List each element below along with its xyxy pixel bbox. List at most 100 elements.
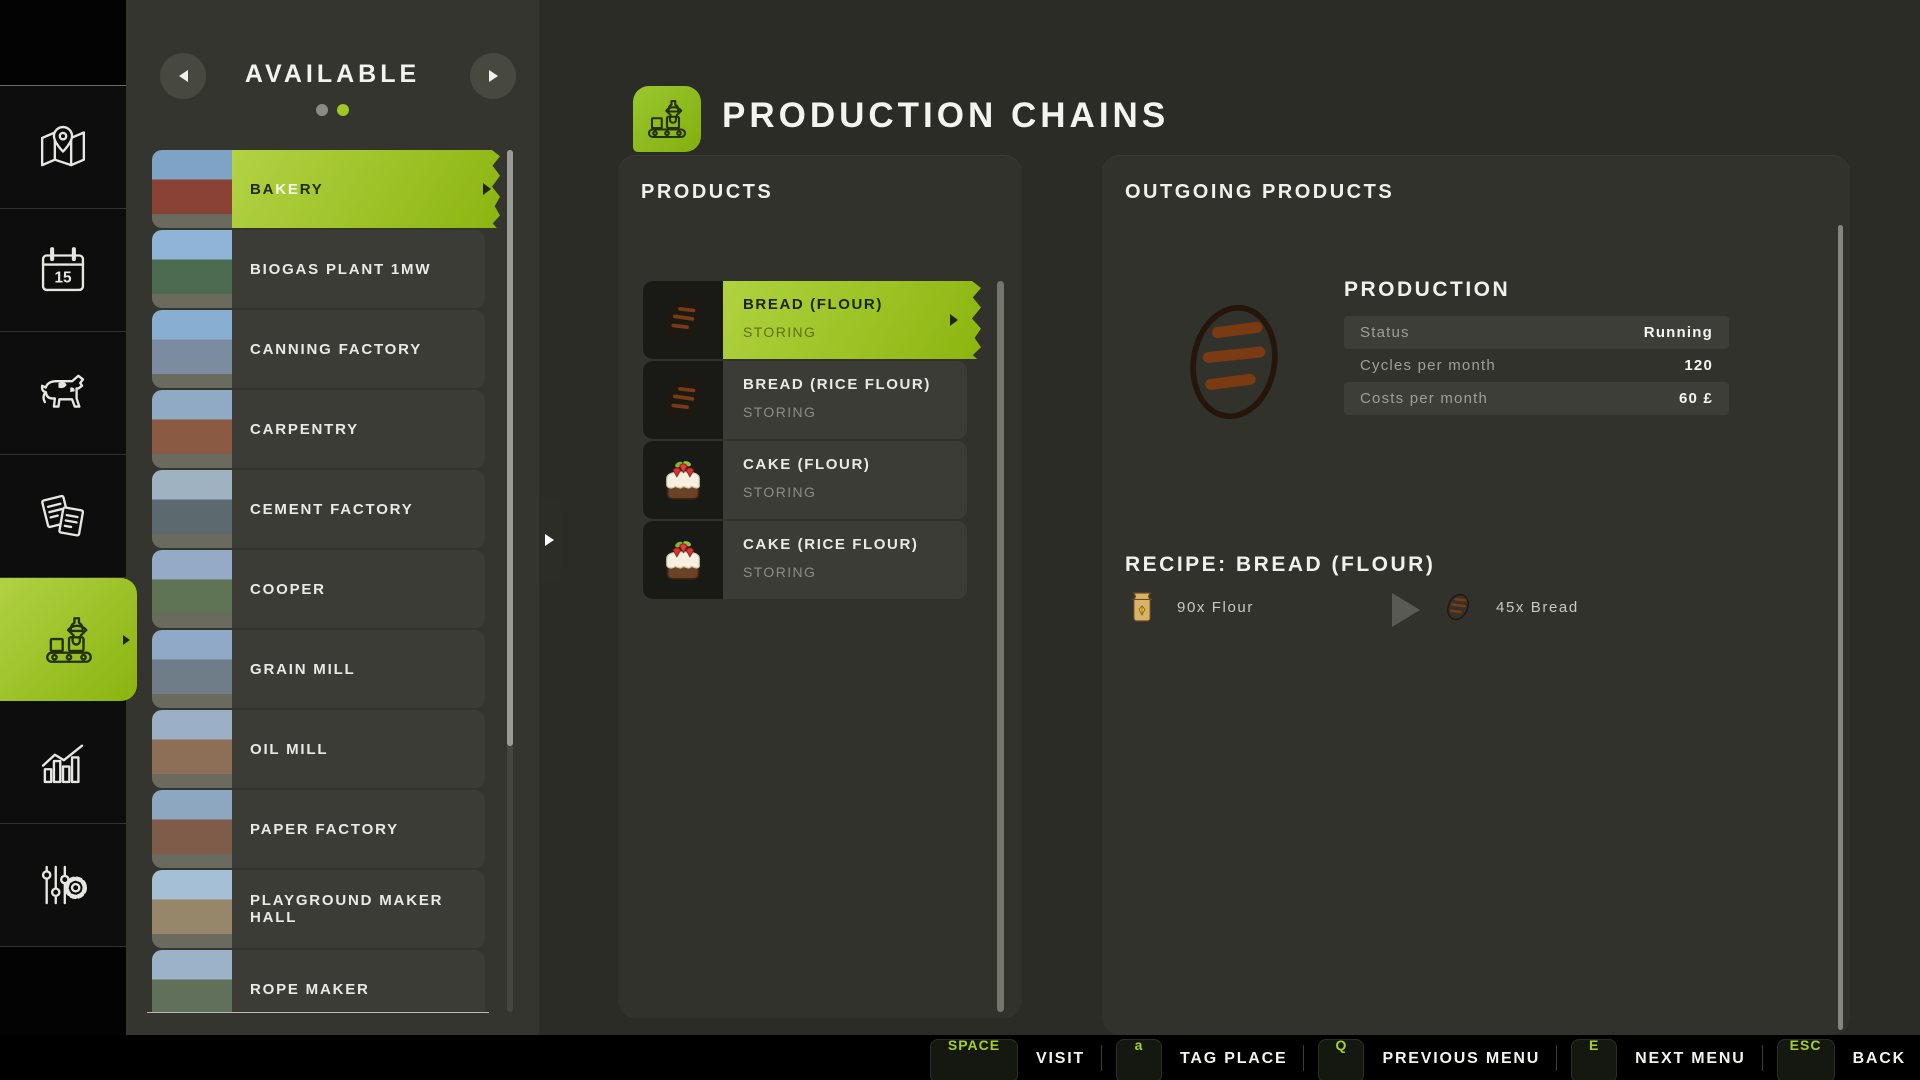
product-icon-tile xyxy=(643,361,723,439)
building-label: COOPER xyxy=(250,580,326,598)
building-thumbnail xyxy=(152,950,232,1012)
sidebar-icon xyxy=(34,733,92,791)
sidebar-icon xyxy=(34,856,92,914)
product-list-item[interactable]: BREAD (RICE FLOUR) STORING xyxy=(643,361,967,439)
footer-action-visit[interactable]: SPACE VISIT xyxy=(930,1035,1085,1080)
row-value: 120 xyxy=(1684,357,1713,374)
page-dot-1[interactable] xyxy=(316,104,328,116)
key-label: E xyxy=(1588,1037,1600,1053)
action-label: NEXT MENU xyxy=(1635,1050,1746,1067)
building-list-item[interactable]: COOPER xyxy=(152,550,485,628)
selected-arrow-icon xyxy=(483,183,491,195)
production-icon xyxy=(643,95,691,143)
product-icon xyxy=(657,374,709,426)
buildings-scrollbar[interactable] xyxy=(507,150,513,1012)
building-label: BAKERY xyxy=(250,181,324,198)
sidebar-item-production[interactable] xyxy=(0,578,137,701)
product-icon-tile xyxy=(643,281,723,359)
keycap: ESC xyxy=(1776,1037,1835,1080)
products-scrollbar[interactable] xyxy=(997,281,1004,1012)
building-list-item[interactable]: PAPER FACTORY xyxy=(152,790,485,868)
production-subheader: PRODUCTION xyxy=(1344,278,1511,301)
product-status: STORING xyxy=(743,564,817,580)
expand-arrow-icon xyxy=(544,534,554,546)
footer-separator xyxy=(1556,1045,1558,1071)
key-label: ESC xyxy=(1789,1037,1822,1053)
row-label: Costs per month xyxy=(1360,390,1489,407)
building-list-item[interactable]: OIL MILL xyxy=(152,710,485,788)
building-list-item[interactable]: GRAIN MILL xyxy=(152,630,485,708)
building-label: CEMENT FACTORY xyxy=(250,500,414,518)
building-label: GRAIN MILL xyxy=(250,660,356,678)
product-list-item[interactable]: CAKE (FLOUR) STORING xyxy=(643,441,967,519)
building-list-item[interactable]: CARPENTRY xyxy=(152,390,485,468)
page-dot-2[interactable] xyxy=(337,104,349,116)
product-icon-tile xyxy=(643,521,723,599)
footer-action-previous-menu[interactable]: Q PREVIOUS MENU xyxy=(1318,1035,1540,1080)
sidebar-item-calendar[interactable] xyxy=(0,209,126,332)
building-list-item[interactable]: BAKERY xyxy=(152,150,500,228)
page-next-button[interactable] xyxy=(470,53,516,99)
building-label: BIOGAS PLANT 1MW xyxy=(250,260,432,278)
keycap: Q xyxy=(1318,1037,1365,1080)
building-label: ROPE MAKER xyxy=(250,980,370,998)
building-list-item[interactable]: CEMENT FACTORY xyxy=(152,470,485,548)
table-row: Status Running xyxy=(1344,316,1729,349)
action-label: VISIT xyxy=(1036,1050,1086,1067)
building-thumbnail xyxy=(152,790,232,868)
action-label: BACK xyxy=(1852,1050,1906,1067)
outgoing-scrollbar[interactable] xyxy=(1838,225,1843,1030)
product-icon xyxy=(657,294,709,346)
row-value: Running xyxy=(1643,324,1713,341)
sidebar-item-animals[interactable] xyxy=(0,332,126,455)
scrollbar-thumb[interactable] xyxy=(507,150,513,746)
building-thumbnail xyxy=(152,870,232,948)
product-icon xyxy=(657,534,709,586)
building-label: CARPENTRY xyxy=(250,420,359,438)
building-thumbnail xyxy=(152,390,232,468)
product-icon-tile xyxy=(643,441,723,519)
building-label: PLAYGROUND MAKER HALL xyxy=(250,892,444,926)
table-row: Costs per month 60 £ xyxy=(1344,382,1729,415)
building-list-item[interactable]: ROPE MAKER xyxy=(152,950,485,1012)
recipe-row: 90x Flour 45x Bread xyxy=(1128,588,1728,632)
recipe-input-name: Flour xyxy=(1211,599,1254,616)
product-status: STORING xyxy=(743,324,817,340)
sidebar-item-map[interactable] xyxy=(0,86,126,209)
buildings-list: BAKERY BIOGAS PLANT 1MW CANNING FACTORY … xyxy=(152,150,502,1012)
product-icon xyxy=(657,454,709,506)
footer-separator xyxy=(1303,1045,1305,1071)
building-thumbnail xyxy=(152,310,232,388)
recipe-output-text: 45x Bread xyxy=(1496,599,1579,616)
footer-action-next-menu[interactable]: E NEXT MENU xyxy=(1571,1035,1745,1080)
product-list-item[interactable]: BREAD (FLOUR) STORING xyxy=(643,281,981,359)
label-text: KE xyxy=(275,180,300,198)
recipe-input-text: 90x Flour xyxy=(1177,599,1254,616)
recipe-output-name: Bread xyxy=(1530,599,1579,616)
footer-action-back[interactable]: ESC BACK xyxy=(1776,1035,1906,1080)
footer-separator xyxy=(1761,1045,1763,1071)
page-title: PRODUCTION CHAINS xyxy=(722,96,1170,135)
list-bottom-divider xyxy=(147,1012,489,1013)
product-list-item[interactable]: CAKE (RICE FLOUR) STORING xyxy=(643,521,967,599)
sidebar-item-statistics[interactable] xyxy=(0,701,126,824)
label-text: RY xyxy=(299,180,324,198)
selected-arrow-icon xyxy=(950,314,958,326)
building-list-item[interactable]: PLAYGROUND MAKER HALL xyxy=(152,870,485,948)
building-list-item[interactable]: BIOGAS PLANT 1MW xyxy=(152,230,485,308)
building-thumbnail xyxy=(152,710,232,788)
sidebar-item-contracts[interactable] xyxy=(0,455,126,578)
row-label: Cycles per month xyxy=(1360,357,1496,374)
building-list-item[interactable]: CANNING FACTORY xyxy=(152,310,485,388)
panel-expander-button[interactable] xyxy=(536,498,562,582)
icon-sidebar xyxy=(0,0,137,1080)
bread-icon xyxy=(1440,588,1476,626)
building-label: OIL MILL xyxy=(250,740,329,758)
footer-action-tag-place[interactable]: a TAG PLACE xyxy=(1116,1035,1287,1080)
sidebar-icon xyxy=(34,487,92,545)
sidebar-item-settings[interactable] xyxy=(0,824,126,947)
sidebar-icon xyxy=(34,364,92,422)
page-dots xyxy=(126,104,539,116)
product-status: STORING xyxy=(743,404,817,420)
chevron-right-icon xyxy=(488,70,498,82)
